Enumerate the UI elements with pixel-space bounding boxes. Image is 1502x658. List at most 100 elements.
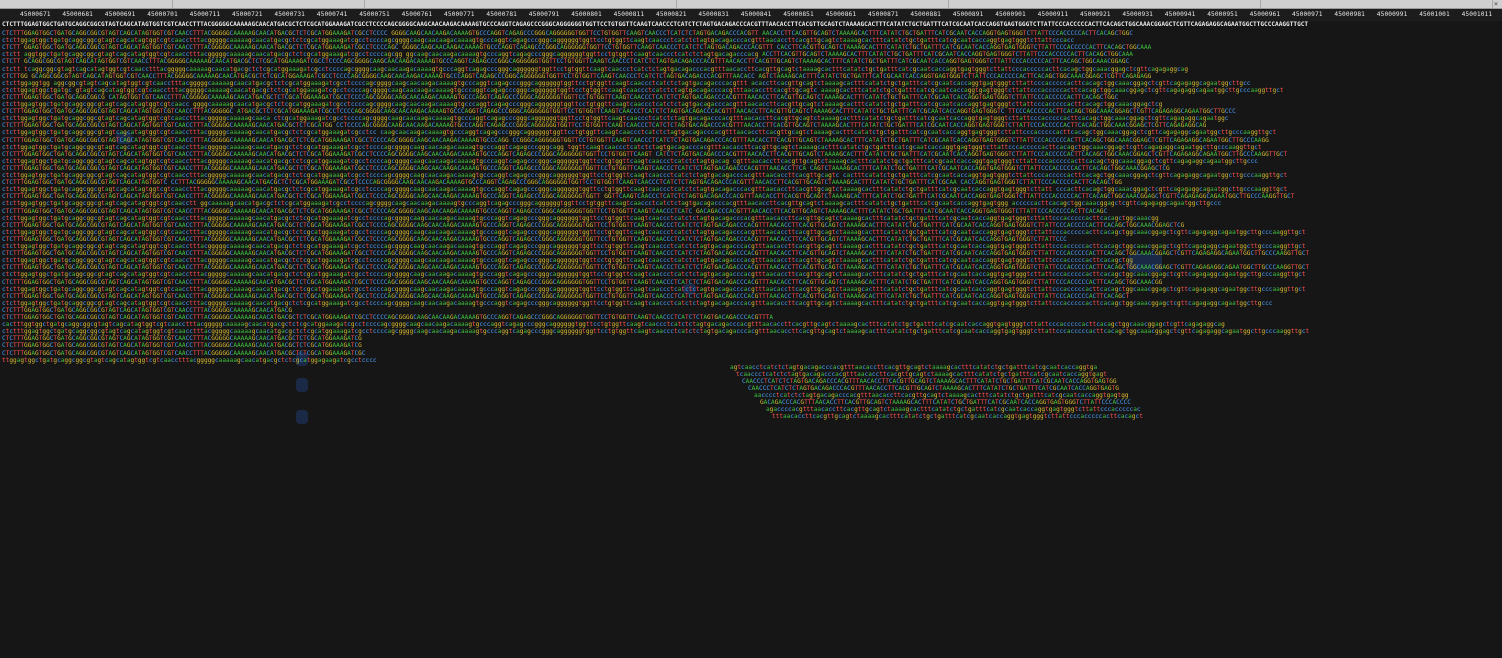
aligned-read[interactable]: ctcttggagtggctgatgcaggcggcgtagtcagcatagt… bbox=[2, 229, 1500, 236]
ruler-position-label: 45000891 bbox=[952, 11, 984, 18]
alignment-reads-panel[interactable]: CTCTTTGGAGTGGCTGATGCAGGCGGCGTAGTCAGCATAG… bbox=[0, 30, 1502, 658]
ruler-position-label: 45000971 bbox=[1292, 11, 1323, 18]
tab-4[interactable] bbox=[676, 0, 949, 8]
ruler-position-label: 45000871 bbox=[868, 11, 899, 18]
aligned-read[interactable]: ctcttggagtggctgatgcaggcggcgtagtcagcatagt… bbox=[2, 144, 1500, 151]
aligned-read[interactable]: ctcttggagtggctgatgcaggcggcgtagtcagcatagt… bbox=[2, 101, 1500, 108]
tab-5[interactable] bbox=[948, 0, 1261, 8]
aligned-read[interactable]: ctcttggagtggctgatgcaggcggcgtagtcagcatagt… bbox=[2, 300, 1500, 307]
aligned-read[interactable]: CTCTTTGGAGTGGCTGATGCAGGCGGCGTAGTCAGCATAG… bbox=[2, 222, 1500, 229]
ruler-position-label: 45000821 bbox=[656, 11, 687, 18]
aligned-read[interactable]: agtcaacctcatctctagtgacagacccacgtttaacacc… bbox=[730, 364, 1290, 371]
ruler-position-label: 45000961 bbox=[1249, 11, 1281, 18]
aligned-read[interactable]: ctcttggagtggctgatgcaggcggcgtagtcagcatagt… bbox=[2, 37, 1500, 44]
tab-2[interactable] bbox=[172, 0, 365, 8]
tab-1[interactable] bbox=[0, 0, 173, 8]
aligned-read[interactable]: ctctt aggtggctgatgcaggcggcgtagtcagcatagt… bbox=[2, 51, 1500, 58]
ruler-position-label: 45000761 bbox=[401, 11, 433, 18]
ruler-position-label: 45000781 bbox=[486, 11, 517, 18]
aligned-read[interactable]: CAACCCTCATCTCTAGTGACAGACCCACGTTTAACACCTT… bbox=[748, 385, 1308, 392]
ruler-position-label: 45000941 bbox=[1164, 11, 1196, 18]
aligned-read[interactable]: ctcttggagtggctgatgcaggcggcgtagtcagcatagt… bbox=[2, 186, 1500, 193]
aligned-read[interactable]: ctcttggaggtgg aggcggcgtagtcagcatagtggtcg… bbox=[2, 80, 1500, 87]
ruler-position-label: 45000931 bbox=[1122, 11, 1153, 18]
ruler-position-label: 45000811 bbox=[613, 11, 645, 18]
ruler-position-label: 45000861 bbox=[825, 11, 857, 18]
aligned-read[interactable]: CTCTTTGGAGTGGCTGATGCAGGCGGCGTAGTCAGCATAG… bbox=[2, 151, 1500, 158]
aligned-read[interactable]: ctcttggagtggctgatgcaggcggcgtagtcagcatagt… bbox=[2, 158, 1500, 165]
ruler-position-label: 45000711 bbox=[189, 11, 221, 18]
aligned-read[interactable]: ttggagtggctgatgcaggcggcgtagtcagcatagtggt… bbox=[2, 357, 1500, 364]
ruler-position-label: 45000771 bbox=[444, 11, 475, 18]
ruler-position-label: 45001011 bbox=[1461, 11, 1493, 18]
aligned-read[interactable]: ctcttggagtggctgatgcaggcggcgtagtcagcatagt… bbox=[2, 271, 1500, 278]
aligned-read[interactable]: CTCTTTGGAGTGGCTGATGCAGGCGGCGTAGTCAGCATAG… bbox=[2, 307, 1500, 314]
aligned-read[interactable]: CTCTTTGGAGTGGCTGATGCAGGCGGCGTAGTCAGCATAG… bbox=[2, 250, 1500, 257]
ruler-position-label: 45000851 bbox=[783, 11, 814, 18]
ruler-position-label: 45000791 bbox=[528, 11, 560, 18]
aligned-read[interactable]: ctcttggagtggctgatgcaggcggcgtagtcagcatagt… bbox=[2, 115, 1500, 122]
aligned-read[interactable]: CTCTTTGGAGTGGCTGATGCAGGCGGCGTAGTCAGCATAG… bbox=[2, 137, 1500, 144]
ruler-position-label: 45000911 bbox=[1037, 11, 1069, 18]
ruler-position-label: 45001001 bbox=[1419, 11, 1450, 18]
ruler-position-label: 45000681 bbox=[62, 11, 93, 18]
faded-block bbox=[296, 410, 308, 424]
aligned-read[interactable]: CTCTTTGGAGTGGCTGATGCAGGCGGCGTAGTCAGCATAG… bbox=[2, 264, 1500, 271]
aligned-read[interactable]: aacccctcatctctagtgacagacccacgtttaacacctt… bbox=[754, 392, 1314, 399]
ruler-position-label: 45000841 bbox=[740, 11, 772, 18]
aligned-read[interactable]: ctctt tcaggcggcgtagtcagcatagtggtcgtcaacc… bbox=[2, 66, 1500, 73]
ruler-position-label: 45000691 bbox=[104, 11, 136, 18]
aligned-read[interactable]: CTCTTTGGAGTGGCTGATGCAGGCGGCGTAGTCAGCATAG… bbox=[2, 108, 1500, 115]
aligned-read[interactable]: ctcttggagtggctgatgcaggcggcgtagtcagcatagt… bbox=[2, 257, 1500, 264]
ruler-position-label: 45000721 bbox=[232, 11, 263, 18]
ruler-position-label: 45000801 bbox=[571, 11, 602, 18]
aligned-read[interactable]: CTCTTTGGAGTGGCTGATGCAGGCGGCGTAGTCAGCATAG… bbox=[2, 279, 1500, 286]
aligned-read[interactable]: CTCTTTGGAGTGGCTGATGCAGGCGGCGTAGTCAGCATAG… bbox=[2, 165, 1500, 172]
close-icon[interactable]: × bbox=[1492, 0, 1500, 8]
tab-6[interactable] bbox=[1260, 0, 1493, 8]
tab-bar: × bbox=[0, 0, 1502, 9]
ruler-position-label: 45000981 bbox=[1334, 11, 1365, 18]
aligned-read[interactable]: CTCTT GGAGTGGCTGATGCAGGCGGCGTAGTCAGCATAG… bbox=[2, 44, 1500, 51]
ruler-position-label: 45000901 bbox=[995, 11, 1026, 18]
coordinate-ruler: 45000671 45000681 45000691 45000701 45000711… bbox=[0, 9, 1502, 21]
aligned-read[interactable]: CTCTTTGGAGTGGCTGATGCAGGCGGCGTAGTCAGCATAG… bbox=[2, 122, 1500, 129]
aligned-read[interactable]: CTCTTTGGAGTGGCTGATGCAGGCGGCGTAGTCAGCATAG… bbox=[2, 193, 1500, 200]
ruler-position-label: 45000831 bbox=[698, 11, 729, 18]
aligned-read[interactable]: CAACCCTCATCTCTAGTGACAGACCCACGTTTAACACCTT… bbox=[742, 378, 1302, 385]
ruler-position-label: 45000751 bbox=[359, 11, 390, 18]
aligned-read[interactable]: CTCTTTGGAGTGGCTGATGCAGGCGGCGTAGTCAGCATAG… bbox=[2, 293, 1500, 300]
aligned-read[interactable]: CTCTTTGGAGTGGCTGATGCAGGCGGCG CATAGTGGTCG… bbox=[2, 94, 1500, 101]
faded-block bbox=[296, 378, 308, 392]
aligned-read[interactable]: CTCTTTGGAGTGGCTGATGCAGGCGGCGTAGTCAGCATAG… bbox=[2, 30, 1500, 37]
aligned-read[interactable]: CTCTTGG GCAGGCGGCGTAGTCAGCATAGTGGTCGTCAA… bbox=[2, 73, 1500, 80]
aligned-read[interactable]: ctcttggagtggctgatgcaggcggcgtagtcagcatagt… bbox=[2, 286, 1500, 293]
aligned-read[interactable]: ctcttggagtggctgatgcaggcggcgtagtcagcatagt… bbox=[2, 200, 1500, 207]
ruler-position-label: 45000881 bbox=[910, 11, 941, 18]
ruler-position-label: 45000951 bbox=[1207, 11, 1238, 18]
aligned-read[interactable]: ctcttggagtggctgatgcaggcggcgtagtcagcatagt… bbox=[2, 172, 1500, 179]
aligned-read[interactable]: ctcttggagtggctgatgc gtagtcagcatagtggtcgt… bbox=[2, 87, 1500, 94]
aligned-read[interactable]: CTCTTTGGAGTGGCTGATGCAGGCGGCGTAGTCAGCATAG… bbox=[2, 208, 1500, 215]
aligned-read[interactable]: CTCTT GCAGGCGGCGTAGTCAGCATAGTGGTCGTCAACC… bbox=[2, 58, 1500, 65]
ruler-position-label: 45000701 bbox=[147, 11, 178, 18]
aligned-read[interactable]: ctcttggagtggctgatgcaggcggcgtagtcagcatagt… bbox=[2, 129, 1500, 136]
aligned-read[interactable]: agaccccacgtttaacaccttcacgttgcagtctaaaagc… bbox=[766, 406, 1326, 413]
ruler-position-label: 45000671 bbox=[20, 11, 51, 18]
ruler-position-label: 45000741 bbox=[316, 11, 348, 18]
tab-3[interactable] bbox=[364, 0, 677, 8]
aligned-read[interactable]: ctctttggagtggctgatgcaggcggcgtagtcagcatag… bbox=[2, 328, 1500, 335]
aligned-read[interactable]: CTCTTTGGAGTGGCTGATGCAGGCGGCGTAGTCAGCATAG… bbox=[2, 179, 1500, 186]
aligned-read[interactable]: GACAGACCCACGTTTAACACCTTCACGTTGCAGTCTAAAA… bbox=[760, 399, 1320, 406]
aligned-read[interactable]: ctcttggagtggctgatgcaggcggcgtagtcagcatagt… bbox=[2, 243, 1500, 250]
ruler-position-label: 45000991 bbox=[1376, 11, 1408, 18]
aligned-read[interactable]: CTCTTTGGAGTGGCTGATGCAGGCGGCGTAGTCAGCATAG… bbox=[2, 314, 1500, 321]
aligned-read[interactable]: ctcttggagtggctgatgcaggcggcgtagtcagcatagt… bbox=[2, 215, 1500, 222]
aligned-read[interactable]: cactttggtggctgatgcaggcggcgtagtcagcatagtg… bbox=[2, 321, 1500, 328]
aligned-read[interactable]: CTCTTTGGAGTGGCTGATGCAGGCGGCGTAGTCAGCATAG… bbox=[2, 350, 1500, 357]
aligned-read[interactable]: tttaacaccttcacgttgcagtctaaaagcactttcatat… bbox=[772, 413, 1332, 420]
aligned-read[interactable]: CTCTTTGGAGTGGCTGATGCAGGCGGCGTAGTCAGCATAG… bbox=[2, 335, 1500, 342]
aligned-read[interactable]: CTCTTTGGAGTGGCTGATGCAGGCGGCGTAGTCAGCATAG… bbox=[2, 236, 1500, 243]
aligned-read[interactable]: tcaaccctcatctctagtgacagacccacgtttaacacct… bbox=[736, 371, 1296, 378]
aligned-read[interactable]: CTCTTTGGAGTGGCTGATGCAGGCGGCGTAGTCAGCATAG… bbox=[2, 342, 1500, 349]
